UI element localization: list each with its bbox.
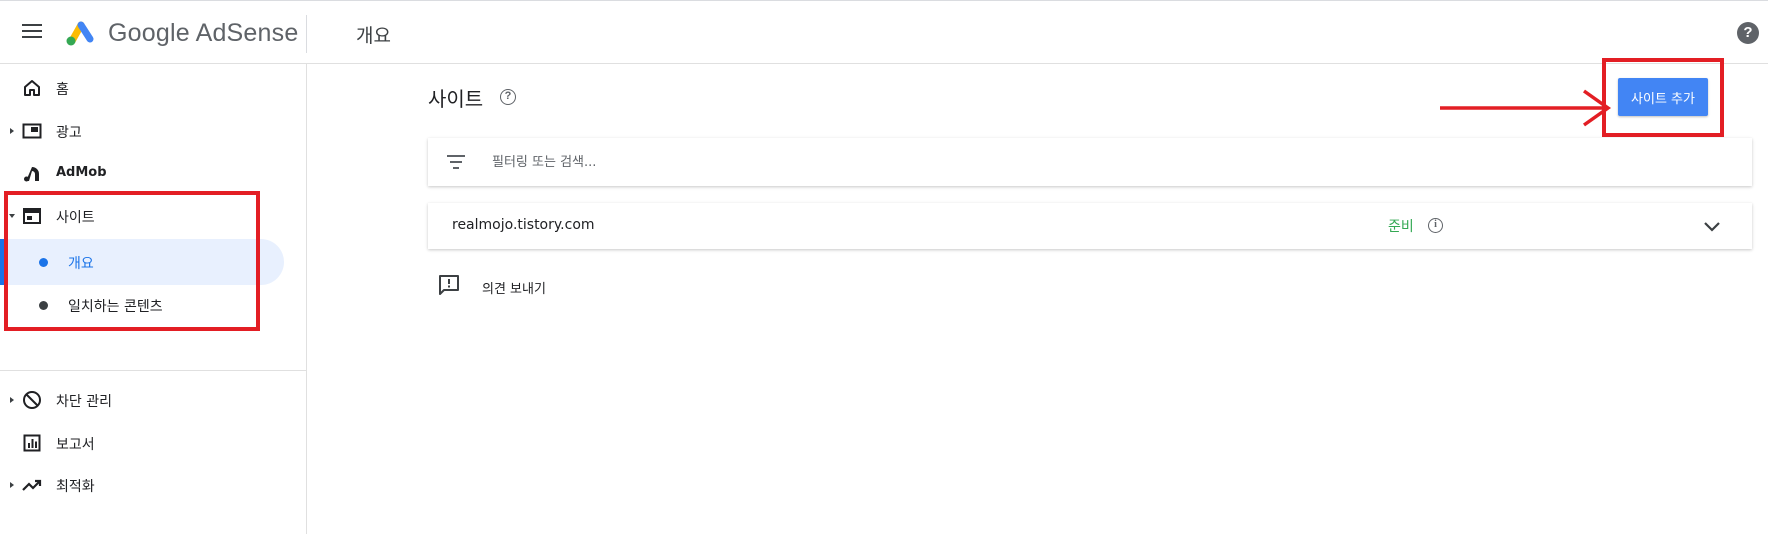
add-site-button[interactable]: 사이트 추가 [1618, 78, 1708, 116]
expand-caret-icon[interactable] [10, 482, 14, 488]
sidebar-item-label: 광고 [56, 125, 82, 141]
chevron-down-icon[interactable] [1702, 216, 1722, 236]
sidebar-item-home[interactable]: 홈 [0, 65, 306, 111]
feedback-icon [439, 275, 459, 295]
app-name[interactable]: Google AdSense [108, 19, 298, 48]
expand-caret-icon[interactable] [10, 128, 14, 134]
section-heading: 사이트 [428, 87, 484, 111]
sidebar-item-label: 보고서 [56, 437, 95, 453]
sidebar-item-label: AdMob [56, 165, 107, 180]
optimization-icon [22, 479, 42, 491]
filter-list-icon[interactable] [446, 155, 466, 169]
annotation-box-sites-menu [4, 191, 260, 331]
header-divider [306, 15, 307, 53]
hamburger-menu-icon[interactable] [22, 24, 42, 40]
site-domain: realmojo.tistory.com [452, 217, 595, 233]
sidebar-divider [0, 370, 306, 371]
admob-icon [24, 167, 39, 182]
sidebar-item-optimization[interactable]: 최적화 [0, 462, 306, 508]
top-app-bar: Google AdSense 개요 ? [0, 0, 1768, 64]
ads-icon [22, 123, 42, 139]
status-info-icon[interactable]: i [1428, 218, 1443, 233]
filter-search-input[interactable] [492, 150, 1692, 174]
site-status-badge: 준비 [1388, 219, 1414, 235]
adsense-logo-icon[interactable] [64, 17, 98, 47]
filter-bar [428, 138, 1752, 186]
help-circle-icon[interactable]: ? [500, 89, 516, 105]
site-row[interactable]: realmojo.tistory.com 준비 i [428, 203, 1752, 249]
feedback-label: 의견 보내기 [482, 282, 546, 297]
sidebar-item-reports[interactable]: 보고서 [0, 420, 306, 466]
sidebar-item-label: 홈 [56, 82, 69, 98]
help-icon[interactable]: ? [1737, 22, 1759, 44]
sidebar-item-ads[interactable]: 광고 [0, 108, 306, 154]
home-icon [24, 80, 40, 96]
reports-icon [23, 434, 41, 452]
block-icon [23, 391, 41, 409]
annotation-arrow-icon [1440, 89, 1612, 127]
expand-caret-icon[interactable] [10, 397, 14, 403]
sidebar-item-blocking-controls[interactable]: 차단 관리 [0, 377, 306, 423]
sidebar-item-label: 차단 관리 [56, 394, 112, 410]
sidebar-item-label: 최적화 [56, 479, 95, 495]
page-title: 개요 [356, 25, 391, 47]
